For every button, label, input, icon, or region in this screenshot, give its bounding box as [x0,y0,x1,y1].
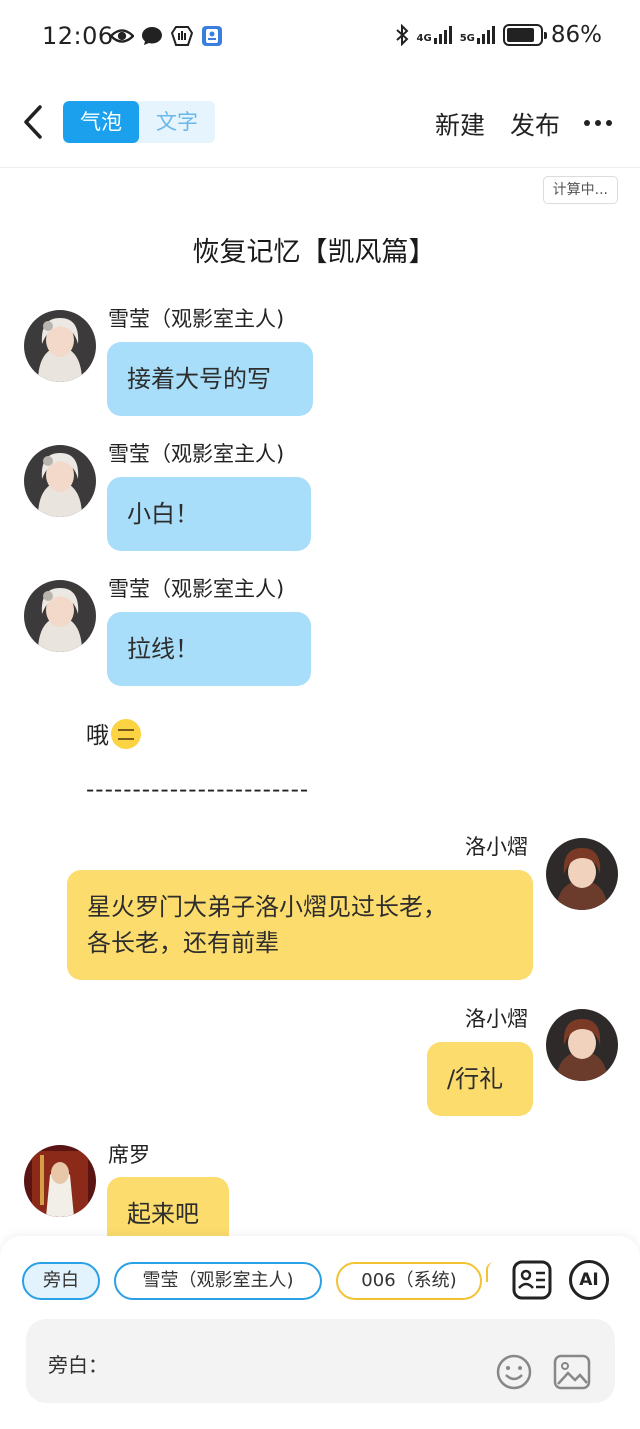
role-chip-overflow[interactable] [486,1262,494,1282]
bluetooth-icon [395,24,408,46]
sender-name: 洛小熠 [465,1007,528,1031]
chat-bubble-icon [140,24,164,48]
sender-name: 雪莹（观影室主人) [108,442,285,466]
app-header: 气泡 文字 新建 发布 [0,78,640,168]
network-label-4g: 4G [416,33,432,44]
role-chip-narrator[interactable]: 旁白 [22,1262,100,1300]
signal-bars-icon [476,26,495,44]
expressionless-face-icon [111,719,141,749]
battery-icon [502,24,547,46]
new-button[interactable]: 新建 [435,106,485,142]
shield-hand-icon [170,24,194,48]
message-bubble[interactable]: 小白！ [107,477,311,551]
mode-toggle: 气泡 文字 [63,101,215,143]
message-line: 星火罗门大弟子洛小熠见过长老， [87,893,447,921]
message-bubble[interactable]: 拉线！ [107,612,311,686]
calculating-badge: 计算中... [542,176,618,204]
status-time: 12:06 [42,22,114,50]
message-bubble[interactable]: 星火罗门大弟子洛小熠见过长老， 各长老，还有前辈 [67,870,533,980]
publish-button[interactable]: 发布 [510,106,560,142]
avatar[interactable] [24,310,96,382]
sender-name: 雪莹（观影室主人) [108,577,285,601]
avatar[interactable] [24,1145,96,1217]
sender-name: 席罗 [108,1143,150,1167]
emoji-icon[interactable] [495,1353,533,1391]
avatar[interactable] [546,1009,618,1081]
sender-name: 雪莹（观影室主人) [108,307,285,331]
tab-text[interactable]: 文字 [139,101,215,143]
narration-line[interactable]: 哦 [86,716,141,750]
more-options-icon[interactable] [584,120,612,126]
signal-4g: 4G [417,26,452,44]
signal-bars-icon [433,26,452,44]
avatar[interactable] [24,445,96,517]
input-role-label: 旁白： [48,1353,108,1377]
network-label-5g: 5G [459,33,475,44]
contact-card-icon [200,24,224,48]
status-notification-icons [110,24,224,48]
story-title: 恢复记忆【凯风篇】 [192,237,436,268]
status-bar: 12:06 4G 5G 86% [0,0,640,78]
avatar[interactable] [546,838,618,910]
back-arrow-icon[interactable] [20,104,48,140]
role-card-icon[interactable] [512,1260,552,1300]
message-line: 各长老，还有前辈 [87,929,279,957]
message-input[interactable]: 旁白： [26,1319,615,1403]
tab-bubble[interactable]: 气泡 [63,101,139,143]
status-right: 4G 5G 86% [395,22,602,48]
role-chip-system[interactable]: 006（系统) [336,1262,482,1300]
message-bubble[interactable]: /行礼 [427,1042,533,1116]
image-icon[interactable] [553,1353,591,1391]
role-chip-xueying[interactable]: 雪莹（观影室主人) [114,1262,322,1300]
battery-percent: 86% [550,22,602,48]
eye-icon [110,24,134,48]
avatar[interactable] [24,580,96,652]
sender-name: 洛小熠 [465,835,528,859]
ai-icon[interactable]: AI [569,1260,609,1300]
role-chip-row: 旁白 雪莹（观影室主人) 006（系统) [22,1262,482,1300]
narration-text: 哦 [86,723,109,749]
message-bubble[interactable]: 接着大号的写 [107,342,313,416]
divider-line: ------------------------ [86,777,310,803]
signal-5g: 5G [460,26,495,44]
